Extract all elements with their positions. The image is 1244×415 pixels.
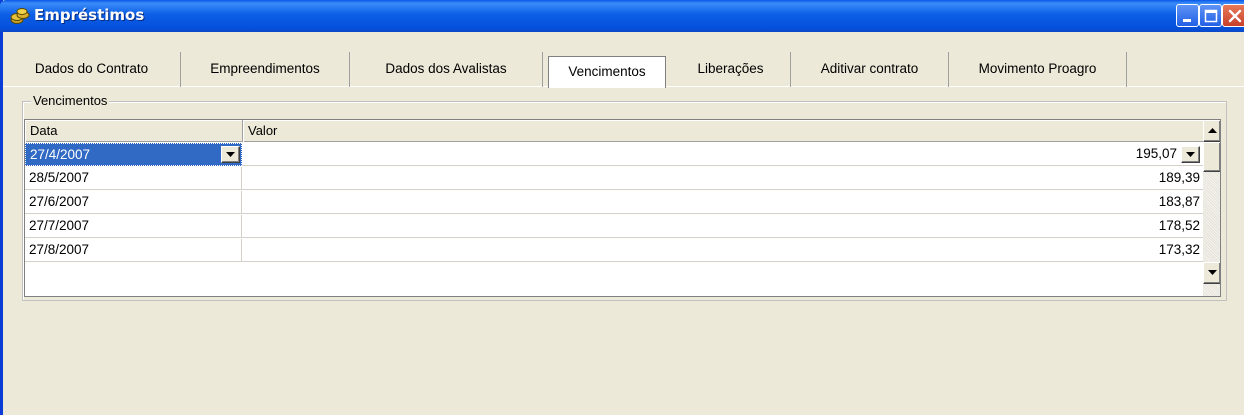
arrow-up-icon	[1208, 128, 1217, 133]
table-row[interactable]: 27/4/2007 195,07	[25, 143, 1203, 166]
date-cell[interactable]: 27/6/2007	[25, 191, 242, 214]
tab-liberacoes[interactable]: Liberações	[671, 52, 791, 87]
title-bar[interactable]: Empréstimos	[0, 0, 1244, 32]
grid-header: Data Valor	[25, 120, 1203, 142]
tab-strip: Dados do Contrato Empreendimentos Dados …	[3, 52, 1244, 88]
date-cell[interactable]: 28/5/2007	[25, 167, 242, 190]
tab-vencimentos[interactable]: Vencimentos	[548, 56, 666, 88]
table-row[interactable]: 27/7/2007 178,52	[25, 215, 1203, 238]
table-row[interactable]: 28/5/2007 189,39	[25, 167, 1203, 190]
column-header-valor[interactable]: Valor	[243, 120, 1203, 142]
value-cell[interactable]: 183,87	[243, 191, 1203, 214]
minimize-icon	[1183, 19, 1191, 22]
minimize-button[interactable]	[1176, 4, 1199, 27]
close-icon	[1228, 9, 1242, 23]
groupbox-label: Vencimentos	[31, 93, 110, 108]
tab-aditivar-contrato[interactable]: Aditivar contrato	[791, 52, 949, 87]
maximize-button[interactable]	[1199, 4, 1222, 27]
column-header-data[interactable]: Data	[25, 120, 243, 142]
scroll-down-button[interactable]	[1203, 262, 1220, 284]
window-title: Empréstimos	[34, 6, 145, 24]
chevron-down-icon	[1186, 152, 1195, 157]
date-cell[interactable]: 27/8/2007	[25, 239, 242, 262]
value-cell[interactable]: 195,07	[243, 143, 1203, 166]
value-cell[interactable]: 173,32	[243, 239, 1203, 262]
value-cell[interactable]: 178,52	[243, 215, 1203, 238]
tab-empreendimentos[interactable]: Empreendimentos	[181, 52, 350, 87]
table-row[interactable]: 27/8/2007 173,32	[25, 239, 1203, 262]
maximize-icon	[1204, 9, 1218, 23]
value-cell[interactable]: 189,39	[243, 167, 1203, 190]
scroll-up-button[interactable]	[1203, 120, 1220, 142]
tab-movimento-proagro[interactable]: Movimento Proagro	[949, 52, 1127, 87]
coins-icon	[10, 6, 30, 26]
vencimentos-grid[interactable]: Data Valor 27/4/2007 195,07 28/5/2007 18…	[24, 119, 1221, 297]
date-dropdown-button[interactable]	[221, 146, 240, 163]
close-button[interactable]	[1222, 4, 1244, 27]
table-row[interactable]: 27/6/2007 183,87	[25, 191, 1203, 214]
value-amount: 195,07	[1135, 146, 1177, 161]
date-value: 27/4/2007	[30, 147, 91, 162]
scroll-thumb[interactable]	[1203, 142, 1220, 172]
chevron-down-icon	[226, 152, 235, 157]
arrow-down-icon	[1208, 270, 1217, 275]
vertical-scrollbar[interactable]	[1203, 120, 1220, 296]
emprestimos-window: Empréstimos Dados do Contrato Empreendim…	[0, 0, 1244, 415]
tab-dados-dos-avalistas[interactable]: Dados dos Avalistas	[350, 52, 543, 87]
value-dropdown-button[interactable]	[1181, 146, 1200, 163]
tab-dados-do-contrato[interactable]: Dados do Contrato	[3, 52, 181, 87]
date-cell[interactable]: 27/7/2007	[25, 215, 242, 238]
date-cell[interactable]: 27/4/2007	[25, 143, 242, 166]
